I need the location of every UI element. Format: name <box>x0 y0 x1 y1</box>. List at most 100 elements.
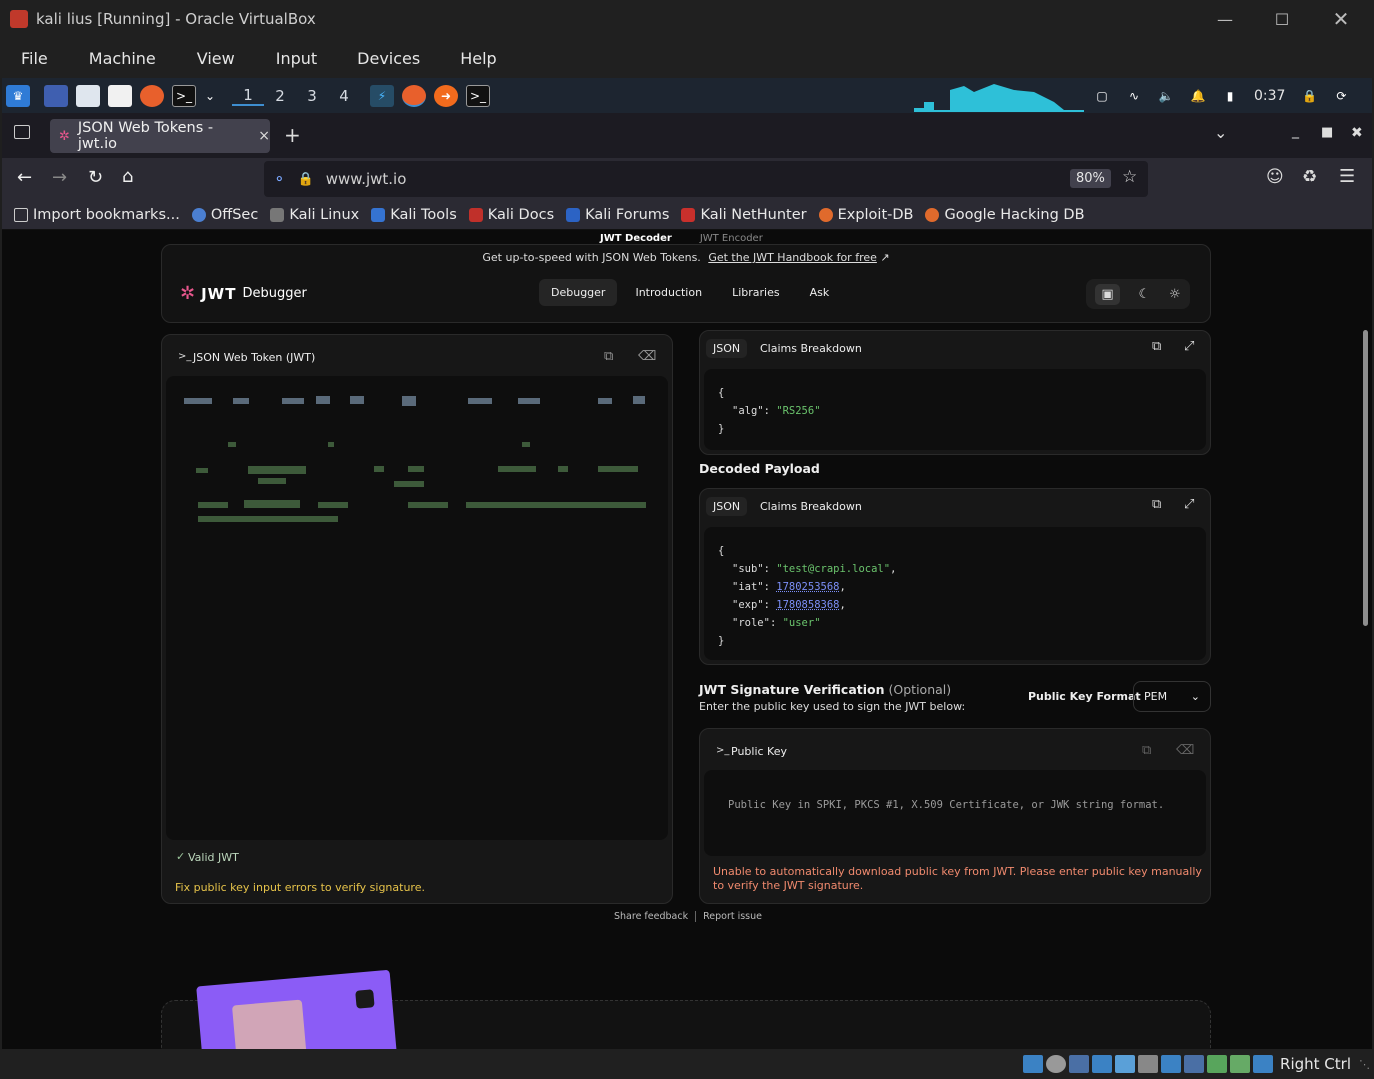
workspace-1[interactable]: 1 <box>232 86 264 106</box>
copy-icon[interactable]: ⧉ <box>1152 339 1161 354</box>
minimize-button[interactable]: — <box>1196 0 1254 38</box>
header-json-tab[interactable]: JSON <box>706 339 748 358</box>
back-icon[interactable]: ← <box>17 167 32 188</box>
nav-debugger[interactable]: Debugger <box>539 279 618 306</box>
lock-icon[interactable]: 🔒 <box>1297 85 1321 107</box>
kali-menu-icon[interactable]: ♛ <box>6 84 30 107</box>
dark-theme-icon[interactable]: ☾ <box>1138 287 1150 302</box>
ff-close-icon[interactable]: ✖ <box>1351 125 1363 141</box>
terminal-task-icon[interactable]: >_ <box>466 84 490 107</box>
notifications-icon[interactable]: 🔔 <box>1186 85 1210 107</box>
display-icon[interactable] <box>1161 1055 1182 1073</box>
keyboard-icon[interactable] <box>1253 1055 1274 1073</box>
menu-file[interactable]: File <box>21 49 48 68</box>
home-icon[interactable]: ⌂ <box>122 166 133 187</box>
file-manager-icon[interactable] <box>76 84 100 107</box>
ff-maximize-icon[interactable]: ■ <box>1321 125 1333 140</box>
network-icon[interactable]: ∿ <box>1122 85 1146 107</box>
network-adapter-icon[interactable] <box>1092 1055 1113 1073</box>
reload-icon[interactable]: ↻ <box>88 167 103 188</box>
ff-minimize-icon[interactable]: _ <box>1292 123 1299 139</box>
text-editor-icon[interactable] <box>108 84 132 107</box>
page-scrollbar[interactable] <box>1360 230 1372 1049</box>
jwt-token-input[interactable] <box>166 376 668 840</box>
close-button[interactable]: ✕ <box>1312 0 1370 38</box>
bookmark-kali-forums[interactable]: Kali Forums <box>566 207 669 223</box>
bookmark-offsec[interactable]: OffSec <box>191 207 258 223</box>
payload-claims-tab[interactable]: Claims Breakdown <box>760 500 862 513</box>
list-tabs-icon[interactable]: ⌄ <box>1214 123 1227 142</box>
chevron-down-icon[interactable]: ⌄ <box>204 85 216 107</box>
terminal-launcher-icon[interactable]: >_ <box>172 84 196 107</box>
public-key-input[interactable]: Public Key in SPKI, PKCS #1, X.509 Certi… <box>704 770 1206 856</box>
scrollbar-thumb[interactable] <box>1363 330 1368 626</box>
nav-ask[interactable]: Ask <box>798 279 842 306</box>
url-text[interactable]: www.jwt.io <box>326 170 407 188</box>
nav-libraries[interactable]: Libraries <box>720 279 792 306</box>
mouse-icon[interactable] <box>1230 1055 1251 1073</box>
system-theme-icon[interactable]: ▣ <box>1095 283 1120 305</box>
menu-machine[interactable]: Machine <box>89 49 156 68</box>
hdd-icon[interactable] <box>1023 1055 1044 1073</box>
optical-icon[interactable] <box>1046 1055 1067 1073</box>
expand-icon[interactable]: ⤢ <box>1184 339 1194 354</box>
bookmark-import[interactable]: Import bookmarks... <box>14 207 180 223</box>
tab-close-icon[interactable]: × <box>258 128 270 144</box>
power-icon[interactable]: ⟳ <box>1329 85 1353 107</box>
burp-icon[interactable]: ⚡ <box>370 84 394 107</box>
tab-jwt[interactable]: ✲ JSON Web Tokens - jwt.io × <box>50 119 270 153</box>
maximize-button[interactable]: ☐ <box>1253 0 1311 38</box>
payload-json-tab[interactable]: JSON <box>706 497 748 516</box>
panel-clock[interactable]: 0:37 <box>1254 88 1285 104</box>
volume-icon[interactable]: 🔈 <box>1154 85 1178 107</box>
zoom-badge[interactable]: 80% <box>1070 169 1111 188</box>
menu-devices[interactable]: Devices <box>357 49 420 68</box>
desktop-icon[interactable] <box>44 84 68 107</box>
copy-icon[interactable]: ⧉ <box>1142 743 1151 758</box>
url-bar[interactable]: ⚬ 🔒 www.jwt.io 80% ☆ <box>264 161 1148 197</box>
bookmark-exploit-db[interactable]: Exploit-DB <box>818 207 913 223</box>
new-tab-button[interactable]: + <box>284 123 301 147</box>
nav-introduction[interactable]: Introduction <box>623 279 714 306</box>
forward-icon[interactable]: → <box>52 167 67 188</box>
firefox-launcher-icon[interactable] <box>140 84 164 107</box>
burp-task-icon[interactable]: ➜ <box>434 84 458 107</box>
recording-icon[interactable] <box>1184 1055 1205 1073</box>
clear-icon[interactable]: ⌫ <box>638 349 656 364</box>
menu-help[interactable]: Help <box>460 49 496 68</box>
cpu-icon[interactable] <box>1207 1055 1228 1073</box>
usb-icon[interactable] <box>1115 1055 1136 1073</box>
report-issue-link[interactable]: Report issue <box>703 911 762 922</box>
handbook-link[interactable]: Get the JWT Handbook for free <box>708 251 877 264</box>
firefox-task-icon[interactable] <box>402 84 426 107</box>
share-feedback-link[interactable]: Share feedback <box>614 911 688 922</box>
copy-icon[interactable]: ⧉ <box>1152 497 1161 512</box>
bookmark-ghdb[interactable]: Google Hacking DB <box>925 207 1085 223</box>
extensions-icon[interactable]: ♻ <box>1302 167 1317 187</box>
battery-icon[interactable]: ▮ <box>1218 85 1242 107</box>
shield-icon[interactable]: ⚬ <box>273 170 286 188</box>
padlock-icon[interactable]: 🔒 <box>298 172 314 187</box>
expand-icon[interactable]: ⤢ <box>1184 497 1194 512</box>
pk-format-select[interactable]: PEM ⌄ <box>1133 681 1211 712</box>
app-menu-icon[interactable]: ☰ <box>1339 166 1355 187</box>
bookmark-kali-docs[interactable]: Kali Docs <box>468 207 554 223</box>
menu-view[interactable]: View <box>197 49 235 68</box>
bookmark-star-icon[interactable]: ☆ <box>1122 167 1137 187</box>
light-theme-icon[interactable]: ☼ <box>1169 287 1181 302</box>
menu-input[interactable]: Input <box>276 49 317 68</box>
bookmark-kali-tools[interactable]: Kali Tools <box>371 207 457 223</box>
clear-icon[interactable]: ⌫ <box>1176 743 1194 758</box>
copy-icon[interactable]: ⧉ <box>604 349 613 364</box>
bookmark-kali-nethunter[interactable]: Kali NetHunter <box>681 207 807 223</box>
workspace-2[interactable]: 2 <box>264 87 296 105</box>
bookmark-kali-linux[interactable]: Kali Linux <box>270 207 359 223</box>
shared-folder-icon[interactable] <box>1138 1055 1159 1073</box>
tab-overview-icon[interactable] <box>14 125 30 139</box>
workspace-4[interactable]: 4 <box>328 87 360 105</box>
header-claims-tab[interactable]: Claims Breakdown <box>760 342 862 355</box>
workspace-3[interactable]: 3 <box>296 87 328 105</box>
account-icon[interactable]: ☺ <box>1266 167 1284 187</box>
screen-icon[interactable]: ▢ <box>1090 85 1114 107</box>
audio-icon[interactable] <box>1069 1055 1090 1073</box>
